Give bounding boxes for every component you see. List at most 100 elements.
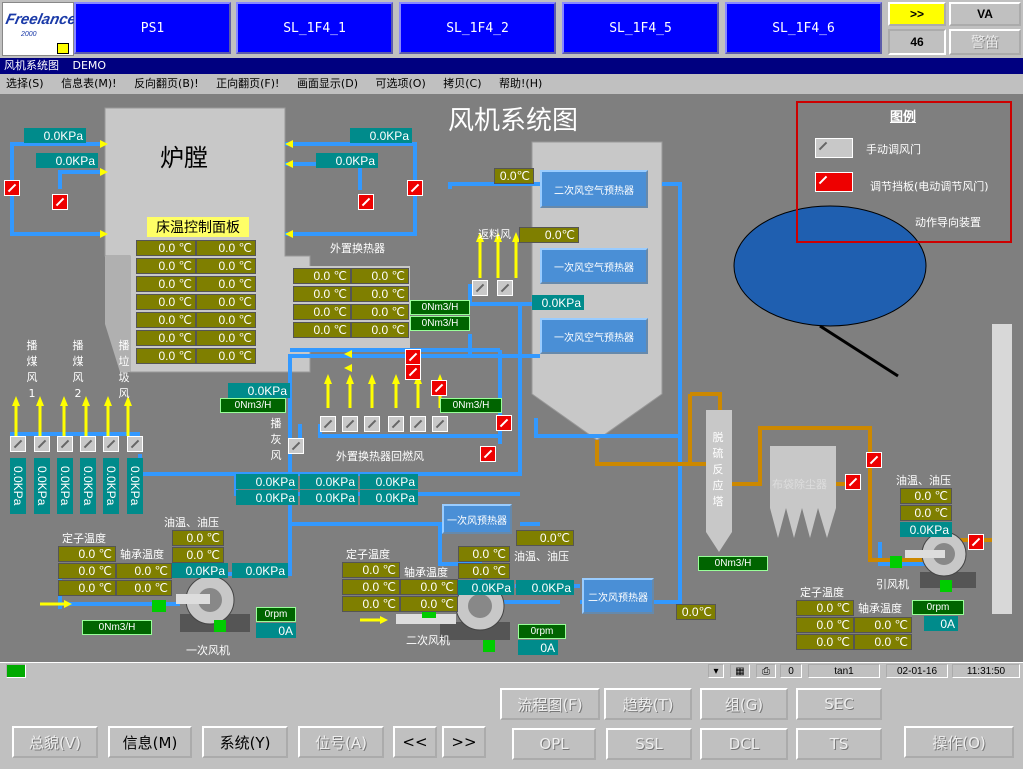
- menu-display[interactable]: 画面显示(D): [297, 77, 358, 90]
- ext-hx-label: 外置换热器: [330, 242, 385, 255]
- menu-options[interactable]: 可选项(O): [376, 77, 426, 90]
- ssl-button[interactable]: SSL: [606, 728, 692, 760]
- sfan-bearing-2: 0.0 ℃: [400, 596, 458, 612]
- secondary-fan-label[interactable]: 二次风机: [406, 632, 450, 648]
- ts-button[interactable]: TS: [796, 728, 882, 760]
- primary-fan-label[interactable]: 一次风机: [186, 642, 230, 658]
- idfan-oil-pressure: 0.0KPa: [900, 522, 952, 537]
- pfan-outlet-pressure: 0.0KPa: [232, 563, 288, 578]
- dropdown-icon[interactable]: ▾: [708, 664, 724, 678]
- sfan-outlet-pressure: 0.0KPa: [516, 580, 574, 595]
- overview-button[interactable]: 总貌(V): [12, 726, 98, 758]
- window-title: 风机系统图: [4, 59, 59, 72]
- info-button[interactable]: 信息(M): [108, 726, 192, 758]
- primary-air-heater-1[interactable]: 一次风空气预热器: [540, 248, 648, 284]
- ext-hx-r1c2: 0.0 ℃: [351, 268, 409, 284]
- sfan-bearing-label: 轴承温度: [404, 566, 448, 579]
- status-count: 0: [780, 664, 802, 678]
- tag-button[interactable]: 位号(A): [298, 726, 384, 758]
- flue-flow: 0Nm3/H: [698, 556, 768, 571]
- bed-temp-panel-button[interactable]: 床温控制面板: [147, 217, 249, 237]
- tag-button-3[interactable]: SL_1F4_2: [399, 2, 556, 54]
- pfan-oil-temp-2: 0.0 ℃: [172, 547, 224, 563]
- seed-damper-3-icon[interactable]: [57, 436, 73, 452]
- menu-prev-page[interactable]: 反向翻页(B)!: [134, 77, 199, 90]
- hx-return-damper-2-icon[interactable]: [342, 416, 358, 432]
- seed-damper-2-icon[interactable]: [34, 436, 50, 452]
- induced-fan-label[interactable]: 引风机: [876, 576, 909, 592]
- hx-return-damper-3-icon[interactable]: [364, 416, 380, 432]
- alarm-count: 46: [888, 29, 946, 55]
- return-air-damper-2-icon[interactable]: [497, 280, 513, 296]
- group-button[interactable]: 组(G): [700, 688, 788, 720]
- damper-2-icon[interactable]: [52, 194, 68, 210]
- damper-3-icon[interactable]: [358, 194, 374, 210]
- opl-button[interactable]: OPL: [512, 728, 596, 760]
- seed-damper-1-icon[interactable]: [10, 436, 26, 452]
- tag-button-1[interactable]: PS1: [74, 2, 231, 54]
- menu-info[interactable]: 信息表(M)!: [61, 77, 116, 90]
- ext-hx-damper-3-icon[interactable]: [431, 380, 447, 396]
- hx-return-damper-4-icon[interactable]: [388, 416, 404, 432]
- damper-1-icon[interactable]: [4, 180, 20, 196]
- menu-copy[interactable]: 拷贝(C): [443, 77, 481, 90]
- bed-temp-r1c1: 0.0 ℃: [136, 240, 196, 256]
- menu-help[interactable]: 帮助!(H): [499, 77, 542, 90]
- tag-button-2[interactable]: SL_1F4_1: [236, 2, 393, 54]
- window-titlebar: 风机系统图 DEMO: [0, 58, 1023, 74]
- alarm-button[interactable]: 警笛: [949, 29, 1021, 55]
- hx-return-damper-5-icon[interactable]: [410, 416, 426, 432]
- idfan-oil-label: 油温、油压: [896, 474, 951, 487]
- seed-lime-label: 播垃圾风: [118, 339, 130, 400]
- pfan-oil-label: 油温、油压: [164, 516, 219, 529]
- bed-temp-r2c2: 0.0 ℃: [196, 258, 256, 274]
- trend-button[interactable]: 趋势(T): [604, 688, 692, 720]
- seed-pressure-2: 0.0KPa: [34, 458, 50, 514]
- hx-return-damper-6-icon[interactable]: [432, 416, 448, 432]
- primary-air-heater-2[interactable]: 一次风空气预热器: [540, 318, 648, 354]
- secondary-air-heater[interactable]: 二次风空气预热器: [540, 170, 648, 208]
- grid-icon[interactable]: ▦: [730, 664, 750, 678]
- tag-button-5[interactable]: SL_1F4_6: [725, 2, 882, 54]
- ext-hx-damper-5-icon[interactable]: [480, 446, 496, 462]
- id-damper-1-icon[interactable]: [866, 452, 882, 468]
- seed-damper-4-icon[interactable]: [80, 436, 96, 452]
- system-button[interactable]: 系统(Y): [202, 726, 288, 758]
- hx-pressure-4: 0.0KPa: [236, 490, 298, 505]
- sfan-oil-temp-1: 0.0 ℃: [458, 546, 510, 562]
- menu-select[interactable]: 选择(S): [6, 77, 44, 90]
- idfan-oil-temp-2: 0.0 ℃: [900, 505, 952, 521]
- legend-title: 图例: [890, 110, 917, 125]
- dcl-button[interactable]: DCL: [700, 728, 788, 760]
- ext-hx-damper-4-icon[interactable]: [496, 415, 512, 431]
- ash-damper-icon[interactable]: [288, 438, 304, 454]
- sec-button[interactable]: SEC: [796, 688, 882, 720]
- seed-pressure-5: 0.0KPa: [103, 458, 119, 514]
- seed-damper-6-icon[interactable]: [127, 436, 143, 452]
- ash-air-flow: 0Nm3/H: [220, 398, 286, 413]
- hx-return-damper-1-icon[interactable]: [320, 416, 336, 432]
- ext-hx-damper-1-icon[interactable]: [405, 349, 421, 365]
- seed-damper-5-icon[interactable]: [103, 436, 119, 452]
- id-damper-3-icon[interactable]: [968, 534, 984, 550]
- va-button[interactable]: VA: [949, 2, 1021, 26]
- printer-icon[interactable]: ⎙: [756, 664, 776, 678]
- next-page-button[interactable]: >>: [888, 2, 946, 26]
- tag-button-4[interactable]: SL_1F4_5: [562, 2, 719, 54]
- seed-coal-2-label: 播煤风2: [72, 339, 84, 400]
- idfan-stator-1: 0.0 ℃: [796, 600, 854, 616]
- prev-button[interactable]: <<: [393, 726, 437, 758]
- pfan-speed: 0rpm: [256, 607, 296, 622]
- operate-button[interactable]: 操作(O): [904, 726, 1014, 758]
- backpass-temp-2: 0.0℃: [519, 227, 579, 243]
- return-air-damper-1-icon[interactable]: [472, 280, 488, 296]
- damper-4-icon[interactable]: [407, 180, 423, 196]
- next-button[interactable]: >>: [442, 726, 486, 758]
- id-damper-2-icon[interactable]: [845, 474, 861, 490]
- flowchart-button[interactable]: 流程图(F): [500, 688, 600, 720]
- primary-heater-3[interactable]: 一次风预热器: [442, 504, 512, 534]
- ext-hx-damper-2-icon[interactable]: [405, 364, 421, 380]
- secondary-heater-2[interactable]: 二次风预热器: [582, 578, 654, 614]
- menu-next-page[interactable]: 正向翻页(F)!: [216, 77, 279, 90]
- process-display: 风机系统图 炉膛 图例 手动调风门 调节挡板(电动调节风门) 动作导向装置 0.…: [0, 94, 1023, 662]
